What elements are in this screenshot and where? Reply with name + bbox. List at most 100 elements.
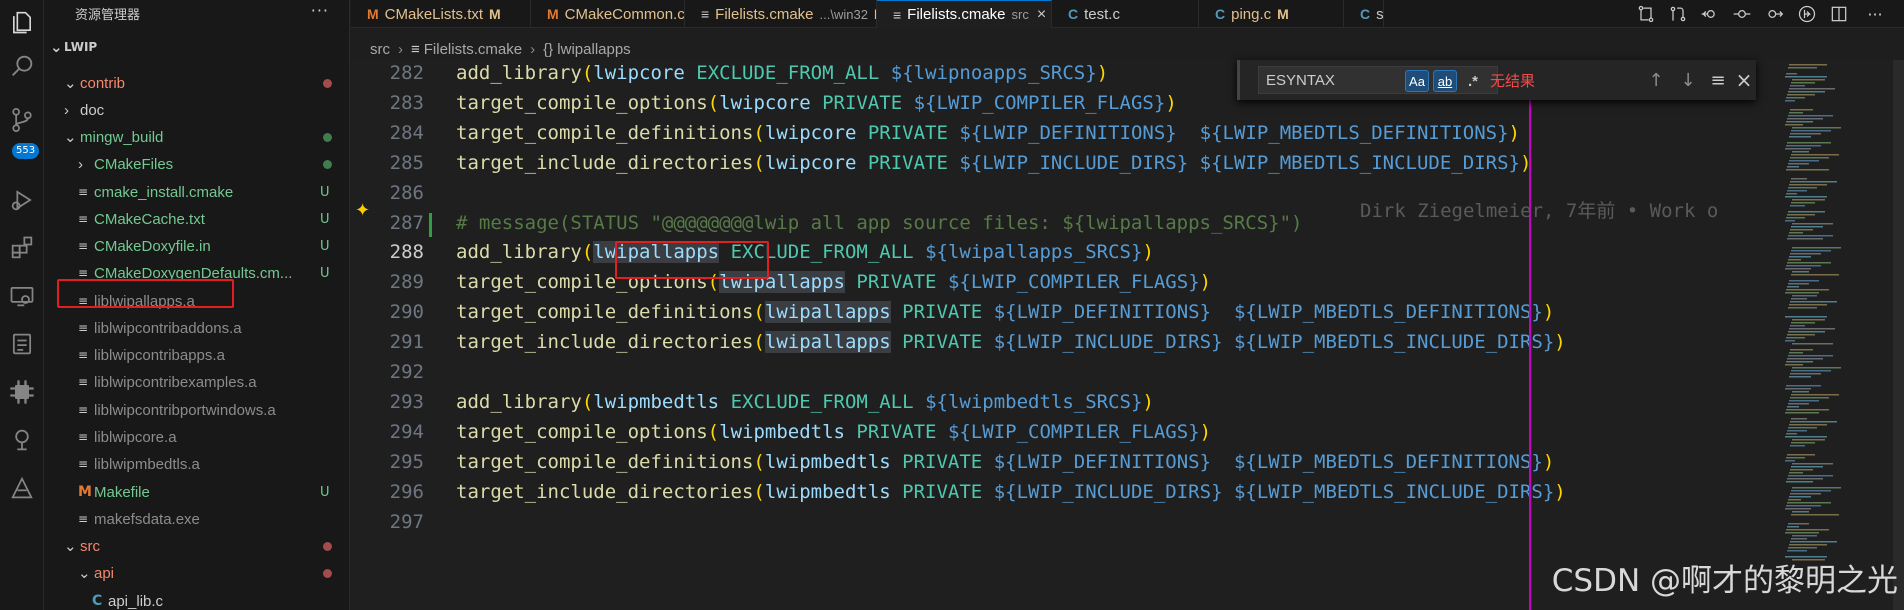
tree-item[interactable]: ≡ liblwipcontribapps.a	[44, 344, 350, 366]
editor-tab[interactable]: Cping.c M	[1199, 0, 1344, 28]
editor-tab[interactable]: M CMakeLists.txt M	[351, 0, 531, 28]
timeline-icon[interactable]	[1729, 2, 1755, 26]
remote-explorer-icon[interactable]	[0, 274, 44, 318]
editor-tab[interactable]: ≡ Filelists.cmake src ×	[877, 0, 1052, 28]
code-token: ${	[1233, 301, 1257, 324]
source-control-icon[interactable]	[0, 98, 44, 142]
minimap-line	[1785, 196, 1827, 198]
minimap-line	[1789, 184, 1827, 186]
minimap-line	[1790, 445, 1805, 447]
tree-item[interactable]: ≡ liblwipcore.a	[44, 426, 350, 448]
code-line: target_compile_options(lwipmbedtls PRIVA…	[456, 421, 1211, 443]
deploy-icon[interactable]	[0, 466, 44, 510]
tree-item[interactable]: ≡ liblwipmbedtls.a	[44, 453, 350, 475]
minimap[interactable]	[1781, 60, 1904, 610]
chevron-down-icon: ⌄	[64, 129, 77, 146]
code-token: (	[753, 450, 765, 473]
open-changes-icon[interactable]	[1665, 2, 1691, 26]
gitlens-icon[interactable]	[1794, 2, 1820, 26]
tree-item[interactable]: ≡ liblwipcontribexamples.a	[44, 371, 350, 393]
extensions-icon[interactable]	[0, 226, 44, 270]
editor-tab[interactable]: MCMakeCommon.cmakeM	[531, 0, 685, 28]
more-actions-icon[interactable]: ···	[1862, 2, 1888, 26]
minimap-line	[1790, 85, 1805, 87]
tree-item[interactable]: ≡ liblwipcontribportwindows.a	[44, 399, 350, 421]
run-debug-icon[interactable]	[0, 178, 44, 222]
tree-item-label: contrib	[80, 74, 126, 92]
code-token: lwipmbedtls	[764, 450, 891, 473]
minimap-line	[1786, 145, 1821, 147]
search-icon[interactable]	[0, 44, 44, 88]
match-case-toggle[interactable]: Aa	[1405, 70, 1429, 92]
line-number: 290	[389, 301, 424, 324]
code-token: }	[1165, 121, 1177, 144]
editor-tab[interactable]: Ctest.c	[1052, 0, 1199, 28]
minimap-line	[1791, 298, 1807, 300]
minimap-line	[1789, 280, 1819, 282]
tree-item[interactable]: Capi_lib.c	[44, 590, 350, 610]
tree-item[interactable]: ≡ makefsdata.exe	[44, 508, 350, 530]
compare-icon[interactable]	[1633, 2, 1659, 26]
close-tab-icon[interactable]: ×	[1037, 6, 1046, 24]
code-line: target_compile_definitions(lwipcore PRIV…	[456, 122, 1520, 144]
split-editor-icon[interactable]	[1826, 2, 1852, 26]
editor-tab[interactable]: ≡Filelists.cmake...\win32M	[685, 0, 877, 28]
regex-toggle[interactable]: .*	[1462, 70, 1484, 92]
code-token: target_include_directories	[456, 480, 754, 503]
minimap-line	[1792, 271, 1809, 273]
previous-match-icon[interactable]: ↑	[1644, 68, 1668, 92]
close-find-icon[interactable]: ×	[1732, 68, 1756, 92]
workspace-root[interactable]: ⌄ LWIP	[44, 36, 350, 58]
line-number: 289	[389, 271, 424, 294]
tree-item[interactable]: ≡ cmake_install.cmake U	[44, 181, 350, 203]
code-token: ${	[947, 271, 971, 294]
editor-tab[interactable]: Cs	[1344, 0, 1384, 28]
code-token: lwipcore	[764, 151, 857, 174]
breadcrumb-symbol[interactable]: {} lwipallapps	[543, 41, 631, 58]
tree-item[interactable]: ⌄ api	[44, 562, 350, 584]
minimap-line	[1787, 550, 1807, 552]
activity-bar: 553	[0, 0, 44, 610]
next-change-icon[interactable]	[1761, 2, 1787, 26]
tree-item[interactable]: › doc	[44, 99, 350, 121]
tree-item[interactable]: ≡ CMakeCache.txt U	[44, 208, 350, 230]
code-editor[interactable]: 282 add_library(lwipcore EXCLUDE_FROM_ALL…	[351, 60, 1781, 610]
next-match-icon[interactable]: ↓	[1676, 68, 1700, 92]
testing-icon[interactable]	[0, 322, 44, 366]
more-actions-icon[interactable]: ···	[311, 1, 329, 20]
sparkle-icon[interactable]: ✦	[355, 200, 370, 221]
chip-icon[interactable]	[0, 370, 44, 414]
minimap-line	[1790, 373, 1821, 375]
tab-label: ping.c	[1231, 5, 1272, 23]
vertical-scrollbar[interactable]	[1893, 60, 1904, 610]
code-token: PRIVATE	[902, 331, 983, 354]
explorer-icon[interactable]	[0, 0, 44, 44]
minimap-line	[1788, 547, 1817, 549]
minimap-line	[1789, 544, 1827, 546]
minimap-line	[1792, 463, 1833, 465]
tree-item[interactable]: ≡ liblwipcontribaddons.a	[44, 317, 350, 339]
minimap-line	[1789, 112, 1803, 114]
minimap-line	[1785, 508, 1811, 510]
tree-item[interactable]: M Makefile U	[44, 481, 350, 503]
tree-item[interactable]: ⌄ mingw_build	[44, 126, 350, 148]
breadcrumb-file[interactable]: Filelists.cmake	[424, 41, 522, 58]
tree-item[interactable]: ⌄ contrib	[44, 72, 350, 94]
tree-item[interactable]: ≡ CMakeDoxyfile.in U	[44, 235, 350, 257]
status-dot-icon	[323, 132, 332, 142]
code-line: add_library(lwipmbedtls EXCLUDE_FROM_ALL…	[456, 391, 1154, 413]
minimap-line	[1788, 163, 1809, 165]
code-token: ${	[925, 241, 948, 264]
tree-item[interactable]: › CMakeFiles	[44, 153, 350, 175]
previous-change-icon[interactable]	[1697, 2, 1723, 26]
debug-extension-icon[interactable]	[0, 418, 44, 462]
tree-item-label: liblwipcontribportwindows.a	[94, 401, 276, 419]
find-in-selection-icon[interactable]: ≡	[1706, 68, 1730, 92]
breadcrumb-src[interactable]: src	[370, 41, 390, 58]
tree-item[interactable]: ⌄ src	[44, 535, 350, 557]
match-whole-word-toggle[interactable]: ab	[1433, 70, 1457, 92]
code-token: target_compile_options	[456, 91, 708, 114]
